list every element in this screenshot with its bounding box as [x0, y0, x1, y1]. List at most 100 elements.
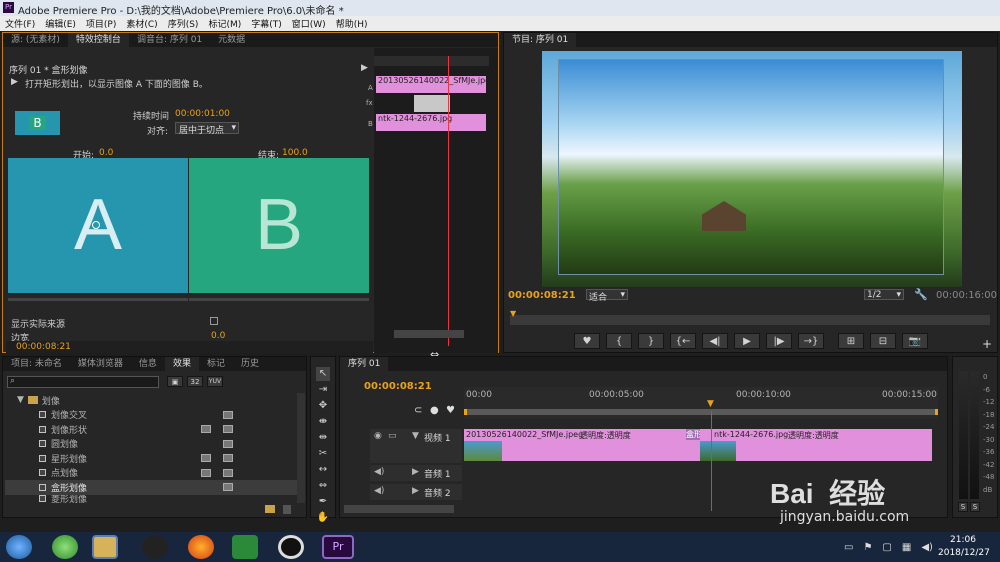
- list-item[interactable]: 划像交叉: [5, 408, 297, 423]
- extract-button[interactable]: ⊟: [870, 333, 896, 349]
- collapse-triangle-icon[interactable]: ▶: [412, 467, 419, 477]
- tab-project[interactable]: 项目: 未命名: [3, 357, 70, 371]
- video-clip-1[interactable]: 20130526140022_SfMJe.jpeg 透明度:透明度: [464, 429, 700, 461]
- end-slider[interactable]: [189, 298, 369, 301]
- program-playhead-marker[interactable]: ▼: [510, 309, 516, 318]
- mark-in-button[interactable]: {: [606, 333, 632, 349]
- list-item[interactable]: 星形划像: [5, 451, 297, 466]
- timeline-playhead-marker[interactable]: ▼: [707, 399, 714, 409]
- program-timecode[interactable]: 00:00:08:21: [508, 290, 576, 301]
- border-value[interactable]: 0.0: [211, 331, 225, 341]
- accelerated-effects-icon[interactable]: ▣: [167, 376, 183, 387]
- mark-out-button[interactable]: }: [638, 333, 664, 349]
- start-slider[interactable]: [8, 298, 188, 301]
- browser-green-icon[interactable]: [52, 535, 78, 559]
- file-explorer-icon[interactable]: [92, 535, 118, 559]
- step-forward-button[interactable]: |▶: [766, 333, 792, 349]
- tab-media-browser[interactable]: 媒体浏览器: [70, 357, 131, 371]
- start-value[interactable]: 0.0: [99, 148, 113, 158]
- timeline-scrollbar[interactable]: [344, 505, 454, 513]
- tab-markers[interactable]: 标记: [199, 357, 233, 371]
- speaker-icon[interactable]: ◀): [374, 467, 384, 477]
- mini-clip-b[interactable]: ntk-1244-2676.jpg: [376, 114, 486, 131]
- selection-tool-icon[interactable]: ↖: [316, 367, 330, 381]
- list-item[interactable]: 圆划像: [5, 437, 297, 452]
- program-viewer[interactable]: [542, 51, 962, 287]
- track-select-tool-icon[interactable]: ⇥: [316, 383, 330, 397]
- solo-left-button[interactable]: S: [958, 502, 968, 512]
- tab-metadata[interactable]: 元数据: [210, 33, 253, 47]
- timeline-playhead[interactable]: [711, 411, 712, 511]
- tab-sequence[interactable]: 序列 01: [340, 357, 389, 371]
- slide-tool-icon[interactable]: ⇔: [316, 479, 330, 493]
- solo-right-button[interactable]: S: [970, 502, 980, 512]
- list-item-selected[interactable]: 盒形划像: [5, 480, 297, 495]
- add-marker-icon[interactable]: ♥: [446, 405, 455, 416]
- expand-arrow-icon[interactable]: ▶: [361, 63, 368, 73]
- list-item[interactable]: 菱形划像: [5, 495, 297, 503]
- menu-clip[interactable]: 素材(C): [121, 17, 162, 30]
- video-clip-2[interactable]: ntk-1244-2676.jpg 透明度:透明度: [700, 429, 932, 461]
- tab-info[interactable]: 信息: [131, 357, 165, 371]
- mini-transition[interactable]: [414, 95, 450, 112]
- ripple-edit-tool-icon[interactable]: ✥: [316, 399, 330, 413]
- tab-history[interactable]: 历史: [233, 357, 267, 371]
- record-icon[interactable]: [278, 535, 304, 559]
- wrench-icon[interactable]: 🔧: [914, 288, 928, 301]
- rate-stretch-tool-icon[interactable]: ⇹: [316, 431, 330, 445]
- menu-edit[interactable]: 编辑(E): [40, 17, 81, 30]
- time-ruler[interactable]: 00:00 00:00:05:00 00:00:10:00 00:00:15:0…: [464, 387, 938, 419]
- effects-search-input[interactable]: ⌕: [7, 376, 159, 388]
- volume-icon[interactable]: ◀): [921, 542, 933, 554]
- flag-icon[interactable]: ⚑: [863, 542, 872, 554]
- mini-scrollbar[interactable]: [394, 330, 464, 338]
- add-marker-button[interactable]: ♥: [574, 333, 600, 349]
- lift-button[interactable]: ⊞: [838, 333, 864, 349]
- premiere-taskbar-icon[interactable]: Pr: [322, 535, 354, 559]
- menu-file[interactable]: 文件(F): [0, 17, 40, 30]
- start-button-icon[interactable]: [6, 535, 32, 559]
- collapse-triangle-icon[interactable]: ▼: [412, 431, 419, 441]
- clock-time[interactable]: 21:06: [950, 535, 976, 545]
- yuv-effects-icon[interactable]: YUV: [207, 376, 223, 387]
- work-area-bar[interactable]: [464, 409, 938, 415]
- fit-dropdown[interactable]: 适合 ▾: [586, 289, 628, 303]
- end-value[interactable]: 100.0: [282, 148, 308, 158]
- folder-row[interactable]: ▼ 划像: [5, 393, 297, 408]
- show-source-checkbox[interactable]: [210, 317, 218, 325]
- program-scrub-bar[interactable]: [510, 315, 990, 325]
- align-dropdown[interactable]: 居中于切点 ▾: [175, 122, 239, 136]
- list-item[interactable]: 点划像: [5, 466, 297, 481]
- network-icon[interactable]: ▦: [902, 542, 911, 554]
- mini-playhead[interactable]: [448, 56, 449, 346]
- play-button[interactable]: ▶: [734, 333, 760, 349]
- menu-help[interactable]: 帮助(H): [331, 17, 373, 30]
- new-bin-icon[interactable]: [265, 505, 275, 513]
- tab-program[interactable]: 节目: 序列 01: [504, 33, 577, 47]
- snap-icon[interactable]: ⊂: [414, 405, 422, 416]
- collapse-triangle-icon[interactable]: ▶: [412, 486, 419, 496]
- speaker-icon[interactable]: ◀): [374, 486, 384, 496]
- effects-scrollbar[interactable]: [297, 393, 305, 503]
- display-icon[interactable]: ▢: [882, 542, 891, 554]
- tab-audio-mixer[interactable]: 调音台: 序列 01: [129, 33, 210, 47]
- mini-clip-a[interactable]: 20130526140022_SfMJe.jpeg: [376, 76, 486, 93]
- razor-tool-icon[interactable]: ✂: [316, 447, 330, 461]
- pen-tool-icon[interactable]: ✒: [316, 495, 330, 509]
- export-frame-button[interactable]: 📷: [902, 333, 928, 349]
- tab-source[interactable]: 源: (无素材): [3, 33, 68, 47]
- timeline-timecode[interactable]: 00:00:08:21: [364, 381, 432, 392]
- go-to-out-button[interactable]: →}: [798, 333, 824, 349]
- menu-title[interactable]: 字幕(T): [246, 17, 287, 30]
- eye-icon[interactable]: ◉: [374, 431, 382, 441]
- delete-icon[interactable]: [283, 505, 291, 514]
- lock-icon[interactable]: ▭: [388, 431, 397, 441]
- play-transition-icon[interactable]: ▶: [11, 77, 18, 87]
- menu-project[interactable]: 项目(P): [81, 17, 121, 30]
- menu-sequence[interactable]: 序列(S): [163, 17, 204, 30]
- step-back-button[interactable]: ◀|: [702, 333, 728, 349]
- media-player-icon[interactable]: [232, 535, 258, 559]
- rolling-edit-tool-icon[interactable]: ⇼: [316, 415, 330, 429]
- add-button-icon[interactable]: +: [982, 337, 992, 351]
- qq-icon[interactable]: [142, 535, 168, 559]
